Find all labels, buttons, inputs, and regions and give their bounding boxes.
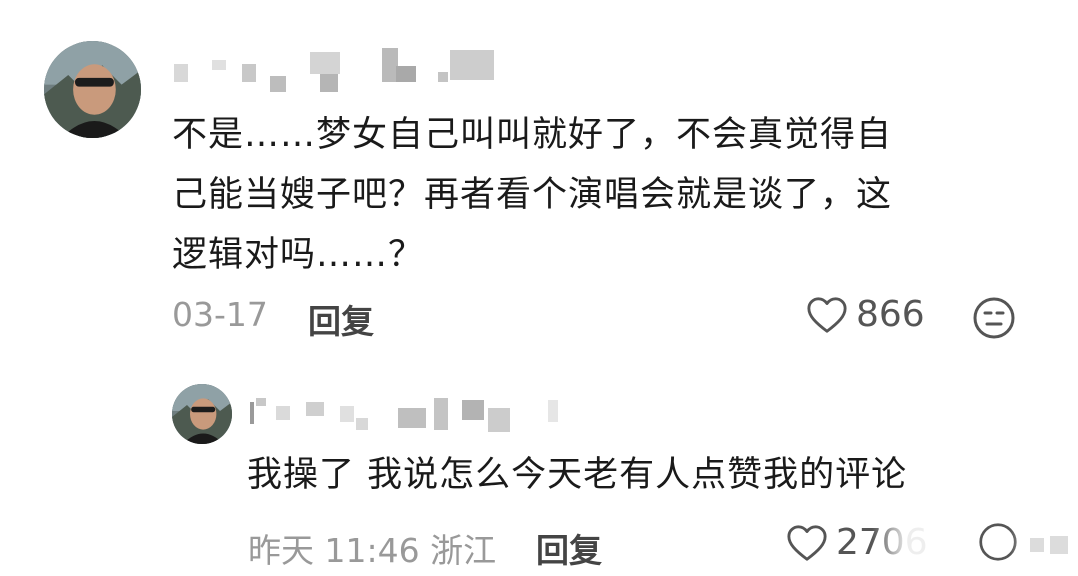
like-count: 866 [856,294,925,335]
like-button[interactable]: 866 [806,294,925,335]
avatar-image [172,384,232,444]
heart-icon [786,523,828,563]
reply-date-location: 昨天 11:46 浙江 [248,531,497,570]
watermark [1010,528,1078,576]
reply-button[interactable]: 回复 [536,524,602,572]
comment-line-3: 逻辑对吗……？ [172,235,425,275]
comment-date: 03-17 [172,295,268,334]
like-count: 2706 [836,522,932,564]
face-icon[interactable] [972,296,1016,340]
reply-text: 我操了 我说怎么今天老有人点赞我的评论 [247,455,908,495]
comment-line-1: 不是……梦女自己叫叫就好了，不会真觉得自 [172,115,893,155]
avatar[interactable] [44,41,141,138]
comment-text: 不是……梦女自己叫叫就好了，不会真觉得自 己能当嫂子吧？再者看个演唱会就是谈了，这… [172,105,892,285]
reply-button[interactable]: 回复 [308,295,374,343]
like-button[interactable]: 2706 [786,522,932,564]
username-obscured[interactable] [170,44,500,94]
username-obscured[interactable] [248,392,578,442]
comment-line-2: 己能当嫂子吧？再者看个演唱会就是谈了，这 [172,175,893,215]
heart-icon [806,295,848,335]
avatar[interactable] [172,384,232,444]
avatar-image [44,41,141,138]
